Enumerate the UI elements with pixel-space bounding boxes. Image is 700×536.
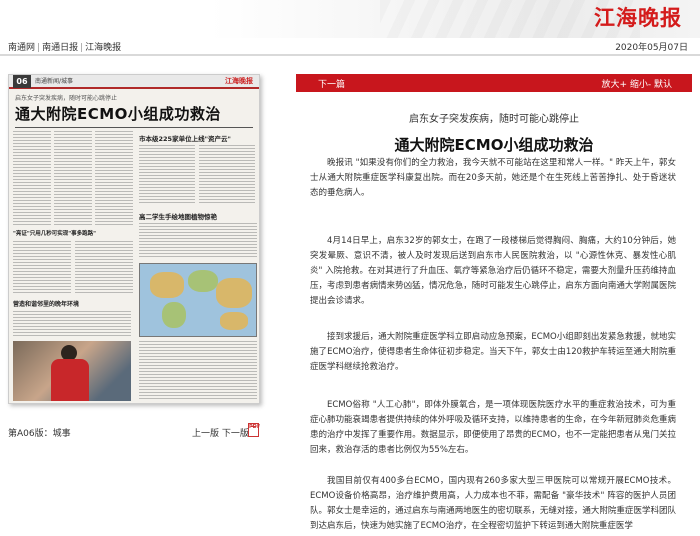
- thumbnail-logo: 江海晚报: [225, 77, 253, 85]
- article-kicker: 启东女子突发疾病，随时可能心跳停止: [409, 114, 579, 125]
- nav-link-jianghai-evening[interactable]: 江海晚报: [85, 43, 121, 53]
- zoom-controls: 放大+ 缩小- 默认: [601, 77, 672, 90]
- thumbnail-text-column: [139, 223, 257, 259]
- thumbnail-photo: [13, 341, 131, 401]
- nav-link-nantong-daily[interactable]: 南通日报: [42, 43, 78, 53]
- zoom-in-button[interactable]: 放大+: [601, 80, 627, 90]
- issue-date: 2020年05月07日: [615, 43, 688, 53]
- page-label: 第A06版：城事: [8, 429, 71, 439]
- thumbnail-text-column: [13, 131, 51, 225]
- article-paragraph: 接到求援后，通大附院重症医学科立即启动应急预案，ECMO小组即刻出发紧急救援，就…: [310, 332, 676, 372]
- thumbnail-subhead-id: "亮证"只用几秒可实现"事多跑路": [13, 231, 96, 237]
- thumbnail-rule: [15, 127, 253, 128]
- thumbnail-map-photo: [139, 263, 257, 337]
- page-thumbnail[interactable]: 06 南通新闻/城事 江海晚报 启东女子突发疾病，随时可能心跳停止 通大附院EC…: [8, 74, 260, 404]
- thumbnail-section-strip: 06 南通新闻/城事 江海晚报: [9, 75, 259, 89]
- thumbnail-section-number: 06: [13, 75, 31, 88]
- page-pager: 上一版 下一版: [192, 426, 249, 439]
- thumbnail-text-column: [54, 131, 92, 225]
- thumbnail-section-name: 南通新闻/城事: [35, 78, 74, 85]
- article-toolbar: 下一篇 放大+ 缩小- 默认: [296, 74, 692, 92]
- thumbnail-text-column: [199, 145, 255, 205]
- newspaper-logo[interactable]: 江海晚报: [594, 2, 682, 32]
- thumbnail-text-column: [13, 311, 131, 337]
- nav-link-nantong-net[interactable]: 南通网: [8, 43, 35, 53]
- article-paragraph: ECMO俗称 "人工心肺"，即体外膜氧合，是一项体现医院医疗水平的重症救治技术，…: [310, 400, 676, 455]
- prev-page-link[interactable]: 上一版: [192, 429, 219, 439]
- masthead-banner: 江海晚报: [0, 0, 700, 38]
- thumbnail-subhead-map: 高二学生手绘地图植物惊艳: [139, 213, 217, 221]
- pdf-icon[interactable]: PDF: [248, 423, 260, 437]
- zoom-default-button[interactable]: 默认: [654, 80, 672, 90]
- thumbnail-text-column: [139, 341, 257, 399]
- next-page-link[interactable]: 下一版: [222, 429, 249, 439]
- thumbnail-subhead-neighbors: 营造和谐邻里的晚年环境: [13, 301, 80, 308]
- header-divider: [0, 54, 700, 56]
- thumbnail-kicker: 启东女子突发疾病，随时可能心跳停止: [15, 95, 118, 102]
- thumbnail-text-column: [75, 241, 133, 293]
- top-nav: 南通网 | 南通日报 | 江海晚报: [8, 43, 122, 53]
- article-headline: 通大附院ECMO小组成功救治: [394, 136, 594, 154]
- thumbnail-text-column: [95, 131, 133, 225]
- article-paragraph: 我国目前仅有400多台ECMO，国内现有260多家大型三甲医院可以常规开展ECM…: [310, 476, 676, 531]
- article-paragraph: 4月14日早上，启东32岁的郭女士，在跑了一段楼梯后觉得胸闷、胸痛，大约10分钟…: [310, 236, 676, 306]
- thumbnail-headline: 通大附院ECMO小组成功救治: [15, 105, 221, 123]
- next-article-link[interactable]: 下一篇: [318, 77, 345, 90]
- article-paragraph: 晚报讯 "如果没有你们的全力救治，我今天就不可能站在这里和常人一样。" 昨天上午…: [310, 158, 676, 198]
- thumbnail-text-column: [139, 145, 195, 205]
- thumbnail-text-column: [13, 241, 71, 293]
- zoom-out-button[interactable]: 缩小-: [630, 80, 651, 90]
- thumbnail-subhead-assets: 市本级225家单位上线"资产云": [139, 135, 231, 143]
- article: 启东女子突发疾病，随时可能心跳停止 通大附院ECMO小组成功救治 晚报讯 "如果…: [296, 92, 692, 536]
